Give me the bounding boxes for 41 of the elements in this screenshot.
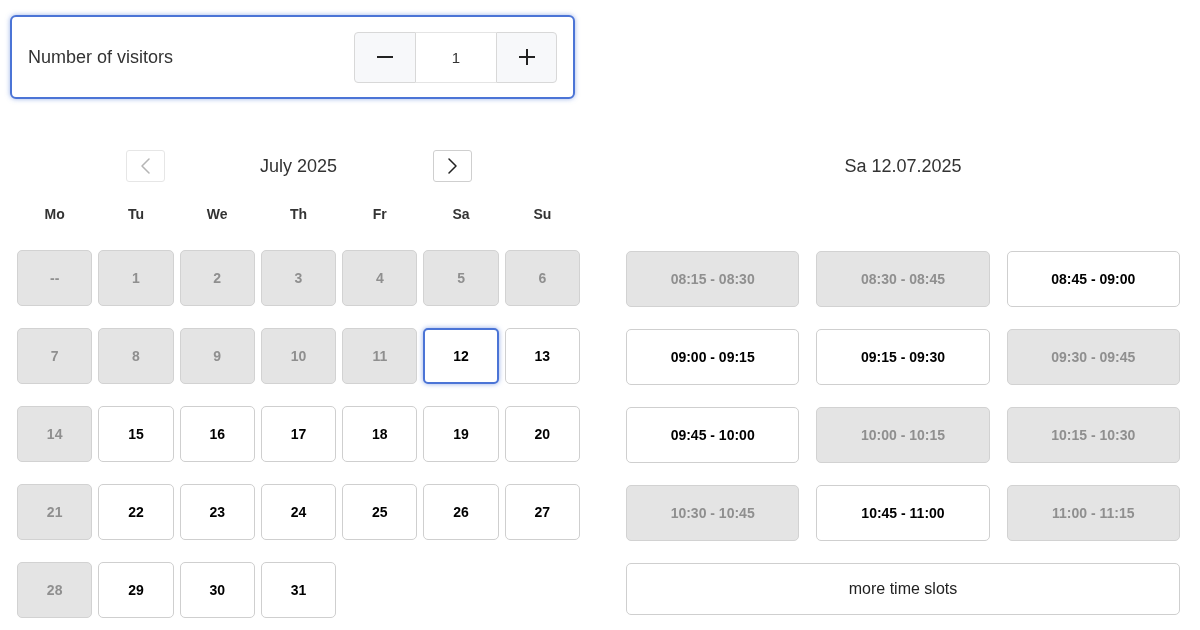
more-slots-button[interactable]: more time slots	[626, 563, 1180, 615]
time-slot-button[interactable]: 08:45 - 09:00	[1006, 251, 1180, 307]
day-button[interactable]: 13	[504, 328, 580, 384]
day-button[interactable]: 30	[179, 562, 255, 618]
weekday-label: Su	[533, 205, 552, 224]
day-button[interactable]: 16	[179, 406, 255, 462]
visitors-label: Number of visitors	[28, 45, 174, 69]
day-button[interactable]: 27	[504, 484, 580, 540]
day-button[interactable]: 20	[504, 406, 580, 462]
day-button[interactable]: 22	[98, 484, 174, 540]
day-button[interactable]: 12	[423, 328, 499, 384]
weekday-label: Sa	[452, 205, 470, 224]
day-button[interactable]: 17	[260, 406, 337, 462]
plus-icon	[518, 49, 535, 65]
day-button[interactable]: 25	[342, 484, 418, 540]
minus-icon	[377, 56, 393, 58]
day-button[interactable]: 18	[342, 406, 418, 462]
decrement-button[interactable]	[354, 31, 416, 83]
chevron-left-icon	[140, 158, 150, 174]
selected-date-title: Sa 12.07.2025	[844, 154, 962, 178]
day-button[interactable]: 24	[260, 484, 337, 540]
time-slot-button[interactable]: 10:45 - 11:00	[816, 485, 990, 541]
day-button[interactable]: 26	[423, 484, 499, 540]
increment-button[interactable]	[496, 31, 557, 83]
weekday-label: We	[206, 205, 228, 224]
time-slot-button[interactable]: 09:45 - 10:00	[626, 407, 800, 463]
time-slot-button[interactable]: 09:00 - 09:15	[626, 329, 800, 385]
day-button[interactable]: 23	[179, 484, 255, 540]
day-button[interactable]: 15	[98, 406, 174, 462]
month-title: July 2025	[258, 154, 339, 178]
time-slot-button[interactable]: 09:15 - 09:30	[816, 329, 990, 385]
weekday-label: Th	[289, 205, 308, 224]
day-button[interactable]: 19	[423, 406, 499, 462]
day-button[interactable]: 31	[260, 562, 337, 618]
weekday-label: Fr	[372, 205, 387, 224]
next-month-button[interactable]	[432, 150, 472, 182]
day-button[interactable]: 29	[98, 562, 174, 618]
weekday-label: Mo	[44, 205, 65, 224]
visitors-count-field[interactable]: 1	[416, 31, 496, 83]
weekday-label: Tu	[127, 205, 144, 224]
chevron-right-icon	[447, 158, 457, 174]
